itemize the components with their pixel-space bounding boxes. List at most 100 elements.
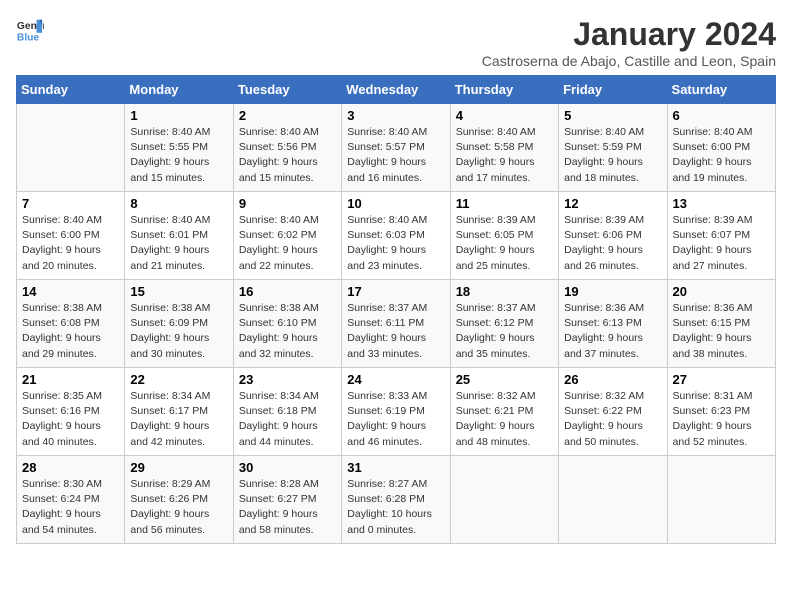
day-number: 6 xyxy=(673,108,770,123)
calendar-cell xyxy=(17,104,125,192)
calendar-cell: 7 Sunrise: 8:40 AMSunset: 6:00 PMDaylight… xyxy=(17,192,125,280)
day-number: 12 xyxy=(564,196,661,211)
day-detail: Sunrise: 8:32 AMSunset: 6:22 PMDaylight:… xyxy=(564,389,661,450)
day-detail: Sunrise: 8:39 AMSunset: 6:06 PMDaylight:… xyxy=(564,213,661,274)
day-detail: Sunrise: 8:29 AMSunset: 6:26 PMDaylight:… xyxy=(130,477,227,538)
calendar-cell: 27Sunrise: 8:31 AMSunset: 6:23 PMDayligh… xyxy=(667,368,775,456)
logo: General Blue xyxy=(16,16,44,44)
calendar-cell: 15 Sunrise: 8:38 AMSunset: 6:09 PMDayligh… xyxy=(125,280,233,368)
calendar-body: 1 Sunrise: 8:40 AMSunset: 5:55 PMDaylight… xyxy=(17,104,776,544)
day-detail: Sunrise: 8:40 AMSunset: 6:02 PMDaylight:… xyxy=(239,213,336,274)
day-number: 27 xyxy=(673,372,770,387)
day-detail: Sunrise: 8:37 AMSunset: 6:12 PMDaylight:… xyxy=(456,301,553,362)
calendar-cell: 14 Sunrise: 8:38 AMSunset: 6:08 PMDayligh… xyxy=(17,280,125,368)
calendar-cell: 26Sunrise: 8:32 AMSunset: 6:22 PMDayligh… xyxy=(559,368,667,456)
calendar-cell: 10 Sunrise: 8:40 AMSunset: 6:03 PMDayligh… xyxy=(342,192,450,280)
day-number: 21 xyxy=(22,372,119,387)
header-sunday: Sunday xyxy=(17,76,125,104)
day-number: 25 xyxy=(456,372,553,387)
day-detail: Sunrise: 8:40 AMSunset: 6:00 PMDaylight:… xyxy=(22,213,119,274)
day-number: 11 xyxy=(456,196,553,211)
day-number: 20 xyxy=(673,284,770,299)
header-tuesday: Tuesday xyxy=(233,76,341,104)
calendar-cell: 3Sunrise: 8:40 AMSunset: 5:57 PMDaylight… xyxy=(342,104,450,192)
day-number: 14 xyxy=(22,284,119,299)
day-number: 30 xyxy=(239,460,336,475)
calendar-cell: 12 Sunrise: 8:39 AMSunset: 6:06 PMDayligh… xyxy=(559,192,667,280)
calendar-cell: 8Sunrise: 8:40 AMSunset: 6:01 PMDaylight… xyxy=(125,192,233,280)
day-number: 28 xyxy=(22,460,119,475)
calendar-subtitle: Castroserna de Abajo, Castille and Leon,… xyxy=(482,53,776,69)
day-number: 10 xyxy=(347,196,444,211)
calendar-cell: 4Sunrise: 8:40 AMSunset: 5:58 PMDaylight… xyxy=(450,104,558,192)
calendar-cell: 20 Sunrise: 8:36 AMSunset: 6:15 PMDayligh… xyxy=(667,280,775,368)
day-number: 15 xyxy=(130,284,227,299)
header-friday: Friday xyxy=(559,76,667,104)
calendar-cell: 28 Sunrise: 8:30 AMSunset: 6:24 PMDayligh… xyxy=(17,456,125,544)
header-monday: Monday xyxy=(125,76,233,104)
header-wednesday: Wednesday xyxy=(342,76,450,104)
day-detail: Sunrise: 8:37 AMSunset: 6:11 PMDaylight:… xyxy=(347,301,444,362)
day-detail: Sunrise: 8:28 AMSunset: 6:27 PMDaylight:… xyxy=(239,477,336,538)
header-row: SundayMondayTuesdayWednesdayThursdayFrid… xyxy=(17,76,776,104)
day-number: 1 xyxy=(130,108,227,123)
day-detail: Sunrise: 8:34 AMSunset: 6:17 PMDaylight:… xyxy=(130,389,227,450)
calendar-cell xyxy=(667,456,775,544)
calendar-title: January 2024 xyxy=(482,16,776,53)
day-detail: Sunrise: 8:40 AMSunset: 5:55 PMDaylight:… xyxy=(130,125,227,186)
calendar-cell: 25Sunrise: 8:32 AMSunset: 6:21 PMDayligh… xyxy=(450,368,558,456)
day-number: 13 xyxy=(673,196,770,211)
day-number: 17 xyxy=(347,284,444,299)
header-saturday: Saturday xyxy=(667,76,775,104)
day-number: 7 xyxy=(22,196,119,211)
calendar-cell: 31Sunrise: 8:27 AMSunset: 6:28 PMDayligh… xyxy=(342,456,450,544)
calendar-cell xyxy=(450,456,558,544)
calendar-cell: 30 Sunrise: 8:28 AMSunset: 6:27 PMDayligh… xyxy=(233,456,341,544)
calendar-cell: 5 Sunrise: 8:40 AMSunset: 5:59 PMDaylight… xyxy=(559,104,667,192)
calendar-cell: 1 Sunrise: 8:40 AMSunset: 5:55 PMDaylight… xyxy=(125,104,233,192)
calendar-cell: 21 Sunrise: 8:35 AMSunset: 6:16 PMDayligh… xyxy=(17,368,125,456)
svg-text:Blue: Blue xyxy=(17,32,40,43)
day-detail: Sunrise: 8:34 AMSunset: 6:18 PMDaylight:… xyxy=(239,389,336,450)
header: General Blue January 2024 Castroserna de… xyxy=(16,16,776,69)
day-detail: Sunrise: 8:38 AMSunset: 6:10 PMDaylight:… xyxy=(239,301,336,362)
calendar-header: SundayMondayTuesdayWednesdayThursdayFrid… xyxy=(17,76,776,104)
week-row-1: 1 Sunrise: 8:40 AMSunset: 5:55 PMDaylight… xyxy=(17,104,776,192)
title-area: January 2024 Castroserna de Abajo, Casti… xyxy=(482,16,776,69)
day-number: 2 xyxy=(239,108,336,123)
week-row-5: 28 Sunrise: 8:30 AMSunset: 6:24 PMDayligh… xyxy=(17,456,776,544)
calendar-cell: 19 Sunrise: 8:36 AMSunset: 6:13 PMDayligh… xyxy=(559,280,667,368)
day-detail: Sunrise: 8:35 AMSunset: 6:16 PMDaylight:… xyxy=(22,389,119,450)
day-detail: Sunrise: 8:33 AMSunset: 6:19 PMDaylight:… xyxy=(347,389,444,450)
calendar-cell: 9Sunrise: 8:40 AMSunset: 6:02 PMDaylight… xyxy=(233,192,341,280)
day-detail: Sunrise: 8:39 AMSunset: 6:05 PMDaylight:… xyxy=(456,213,553,274)
day-detail: Sunrise: 8:40 AMSunset: 6:03 PMDaylight:… xyxy=(347,213,444,274)
day-number: 18 xyxy=(456,284,553,299)
week-row-2: 7 Sunrise: 8:40 AMSunset: 6:00 PMDaylight… xyxy=(17,192,776,280)
day-number: 5 xyxy=(564,108,661,123)
logo-icon: General Blue xyxy=(16,16,44,44)
calendar-cell: 29 Sunrise: 8:29 AMSunset: 6:26 PMDayligh… xyxy=(125,456,233,544)
day-number: 3 xyxy=(347,108,444,123)
day-number: 29 xyxy=(130,460,227,475)
week-row-4: 21 Sunrise: 8:35 AMSunset: 6:16 PMDayligh… xyxy=(17,368,776,456)
calendar-cell: 24 Sunrise: 8:33 AMSunset: 6:19 PMDayligh… xyxy=(342,368,450,456)
day-detail: Sunrise: 8:36 AMSunset: 6:15 PMDaylight:… xyxy=(673,301,770,362)
calendar-cell: 2Sunrise: 8:40 AMSunset: 5:56 PMDaylight… xyxy=(233,104,341,192)
day-number: 4 xyxy=(456,108,553,123)
day-detail: Sunrise: 8:27 AMSunset: 6:28 PMDaylight:… xyxy=(347,477,444,538)
day-detail: Sunrise: 8:40 AMSunset: 6:01 PMDaylight:… xyxy=(130,213,227,274)
day-detail: Sunrise: 8:38 AMSunset: 6:08 PMDaylight:… xyxy=(22,301,119,362)
day-number: 24 xyxy=(347,372,444,387)
calendar-cell: 22Sunrise: 8:34 AMSunset: 6:17 PMDayligh… xyxy=(125,368,233,456)
day-detail: Sunrise: 8:36 AMSunset: 6:13 PMDaylight:… xyxy=(564,301,661,362)
day-detail: Sunrise: 8:38 AMSunset: 6:09 PMDaylight:… xyxy=(130,301,227,362)
day-detail: Sunrise: 8:40 AMSunset: 5:59 PMDaylight:… xyxy=(564,125,661,186)
day-number: 19 xyxy=(564,284,661,299)
calendar-table: SundayMondayTuesdayWednesdayThursdayFrid… xyxy=(16,75,776,544)
calendar-cell: 23Sunrise: 8:34 AMSunset: 6:18 PMDayligh… xyxy=(233,368,341,456)
day-number: 16 xyxy=(239,284,336,299)
day-detail: Sunrise: 8:30 AMSunset: 6:24 PMDaylight:… xyxy=(22,477,119,538)
calendar-cell: 16 Sunrise: 8:38 AMSunset: 6:10 PMDayligh… xyxy=(233,280,341,368)
calendar-cell: 11 Sunrise: 8:39 AMSunset: 6:05 PMDayligh… xyxy=(450,192,558,280)
